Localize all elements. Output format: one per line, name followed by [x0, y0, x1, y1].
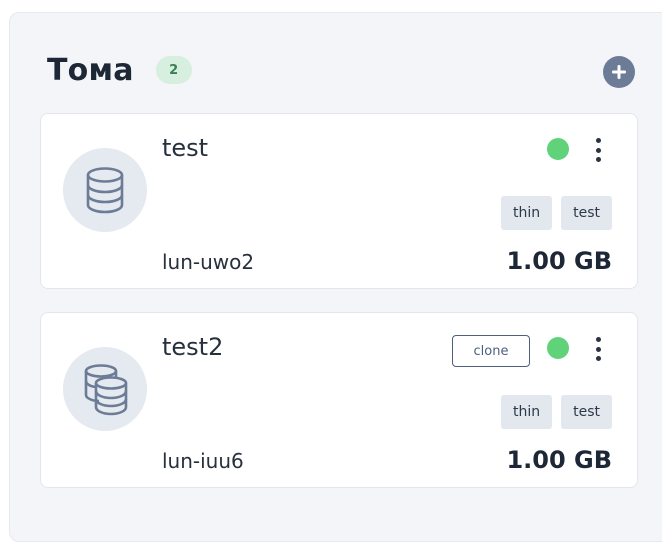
volume-card[interactable]: test thin test lun-uwo2 1.00 GB — [40, 113, 638, 289]
page-title: Тома — [47, 52, 134, 88]
avatar — [63, 347, 147, 431]
more-options-icon[interactable] — [590, 335, 606, 363]
status-indicator — [547, 337, 569, 359]
status-indicator — [547, 138, 569, 160]
lun-id: lun-uwo2 — [162, 250, 255, 274]
tag-list: thin test — [500, 196, 612, 230]
volume-name: test — [162, 134, 209, 162]
avatar — [63, 148, 147, 232]
database-stack-icon — [84, 364, 128, 416]
database-icon — [86, 167, 124, 214]
count-badge: 2 — [155, 56, 192, 84]
volume-name: test2 — [162, 333, 224, 361]
tag: thin — [500, 395, 553, 429]
volume-size: 1.00 GB — [506, 247, 612, 275]
add-volume-button[interactable] — [603, 56, 635, 88]
volume-size: 1.00 GB — [506, 446, 612, 474]
plus-icon — [612, 65, 626, 79]
volume-card[interactable]: test2 clone thin test lun-iuu6 1.00 GB — [40, 312, 638, 488]
panel-header: Тома 2 — [47, 50, 192, 90]
clone-badge: clone — [452, 335, 530, 367]
more-options-icon[interactable] — [590, 136, 606, 164]
lun-id: lun-iuu6 — [162, 449, 244, 473]
tag: thin — [500, 196, 553, 230]
tag: test — [561, 395, 612, 429]
tag: test — [561, 196, 612, 230]
tag-list: thin test — [500, 395, 612, 429]
